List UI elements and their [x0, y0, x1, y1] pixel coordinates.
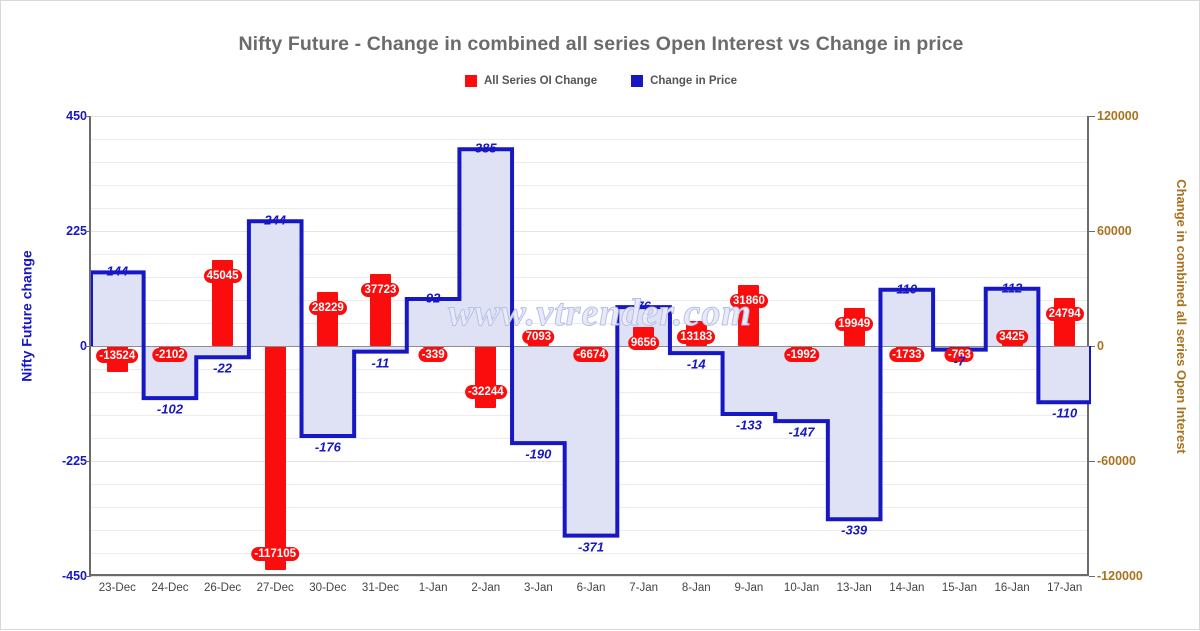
legend-label-price-change: Change in Price: [650, 75, 738, 87]
legend-swatch-blue: [631, 75, 644, 87]
y-axis-left-tick: -450: [61, 569, 87, 583]
chart-legend: All Series OI Change Change in Price: [1, 75, 1200, 87]
y-axis-right-tick: 60000: [1097, 224, 1132, 238]
x-axis-tick: 10-Jan: [783, 582, 820, 594]
x-axis-tick: 27-Dec: [256, 582, 294, 594]
x-axis-tick: 7-Jan: [629, 582, 659, 594]
x-axis-tick: 30-Dec: [309, 582, 347, 594]
gridline: [91, 576, 1089, 577]
y-axis-left-tick: -225: [61, 454, 87, 468]
x-axis-tick: 3-Jan: [523, 582, 553, 594]
legend-label-oi-change: All Series OI Change: [483, 75, 598, 87]
legend-item-price-change[interactable]: Change in Price: [631, 75, 737, 87]
y-axis-left-title-text: Nifty Future change: [19, 250, 35, 382]
x-axis-tick: 26-Dec: [204, 582, 242, 594]
x-axis-tick: 6-Jan: [576, 582, 606, 594]
legend-item-oi-change[interactable]: All Series OI Change: [464, 75, 598, 87]
x-axis-tick: 8-Jan: [681, 582, 711, 594]
x-axis-tick: 16-Jan: [994, 582, 1030, 594]
y-axis-right-tick: -120000: [1097, 569, 1143, 583]
chart-title: Nifty Future - Change in combined all se…: [238, 33, 964, 55]
y-axis-left-tick: 450: [66, 109, 87, 123]
price-step-line: [91, 147, 1091, 538]
x-axis-tick: 23-Dec: [98, 582, 136, 594]
x-axis-tick: 1-Jan: [418, 582, 448, 594]
x-axis-tick: 13-Jan: [836, 582, 872, 594]
x-axis-tick: 14-Jan: [889, 582, 925, 594]
y-axis-right-tick: 120000: [1097, 109, 1139, 123]
y-axis-right-title: Change in combined all series Open Inter…: [1167, 1, 1195, 631]
y-axis-right-title-text: Change in combined all series Open Inter…: [1173, 178, 1189, 454]
x-axis-tick: 9-Jan: [734, 582, 764, 594]
legend-swatch-red: [464, 75, 477, 87]
x-axis-tick: 2-Jan: [471, 582, 501, 594]
y-axis-left-tick: 0: [80, 339, 87, 353]
y-axis-left-title: Nifty Future change: [13, 1, 41, 631]
plot-area: 450 120000 225 60000 0 0 -225 -60000 -450 -120000…: [62, 109, 1143, 594]
y-axis-left-tickmark: [85, 576, 91, 577]
y-axis-right-tickmark: [1089, 576, 1095, 577]
y-axis-right-tick: 0: [1097, 339, 1104, 353]
x-axis-tick: 17-Jan: [1047, 582, 1083, 594]
y-axis-right-tick: -60000: [1097, 454, 1136, 468]
x-axis-tick: 24-Dec: [151, 582, 189, 594]
x-axis-tick: 15-Jan: [941, 582, 977, 594]
y-axis-left-tick: 225: [66, 224, 87, 238]
x-axis-tick: 31-Dec: [361, 582, 400, 594]
chart-canvas: Nifty Future - Change in combined all se…: [0, 0, 1200, 630]
